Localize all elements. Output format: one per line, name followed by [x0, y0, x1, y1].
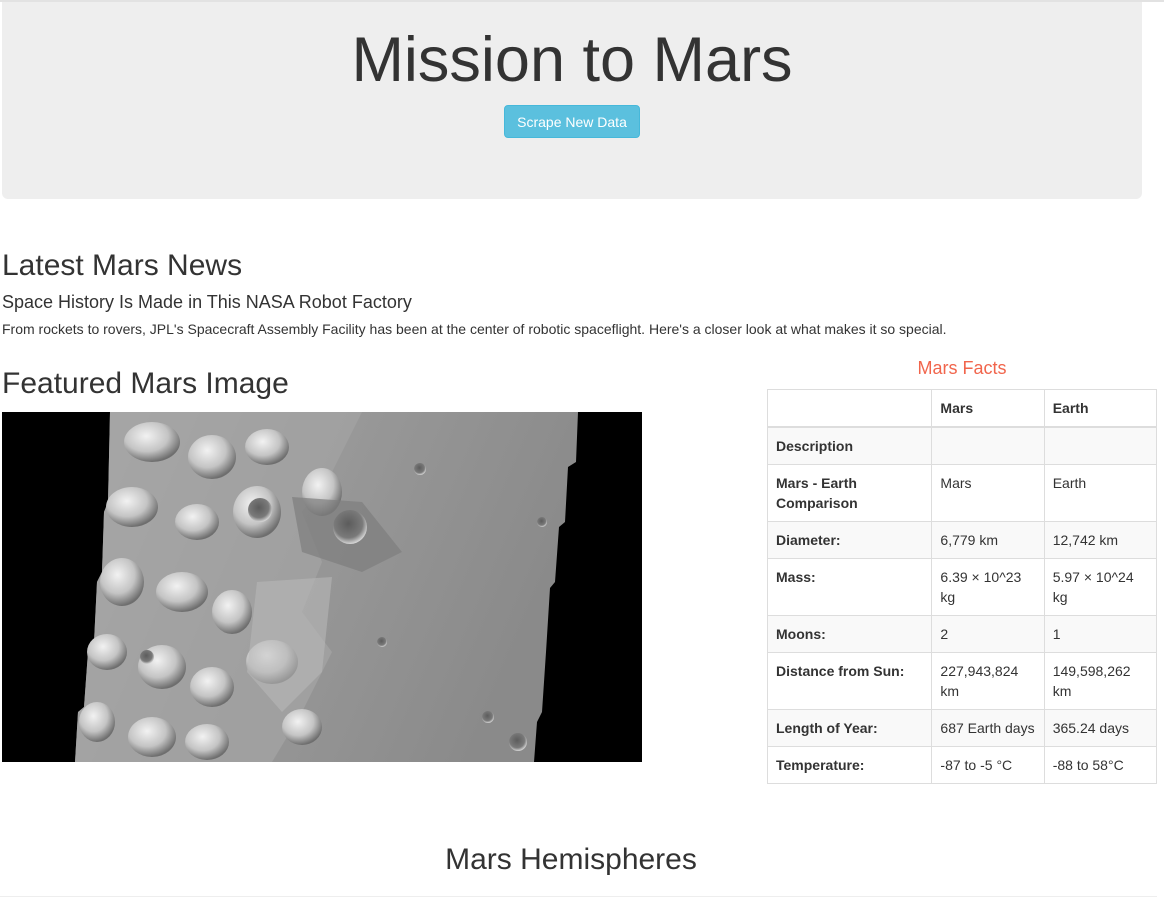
mars-value: 687 Earth days: [931, 709, 1045, 747]
row-label: Length of Year:: [766, 709, 933, 747]
mars-facts-title: Mars Facts: [917, 358, 1007, 378]
table-header-row: Mars Earth: [766, 389, 1158, 428]
row-label: Temperature:: [766, 746, 933, 784]
section-divider: [0, 896, 1157, 897]
news-section-title: Latest Mars News: [2, 249, 243, 282]
earth-value: 1: [1043, 615, 1158, 653]
row-label: Diameter:: [766, 521, 933, 559]
news-paragraph: From rockets to rovers, JPL's Spacecraft…: [2, 321, 947, 337]
mars-value: 227,943,824 km: [931, 652, 1045, 710]
earth-value: 365.24 days: [1043, 709, 1158, 747]
table-row: Diameter: 6,779 km 12,742 km: [766, 521, 1158, 559]
table-row: Length of Year: 687 Earth days 365.24 da…: [766, 709, 1158, 747]
table-row: Mass: 6.39 × 10^23 kg 5.97 × 10^24 kg: [766, 558, 1158, 616]
table-header-cell: Earth: [1043, 389, 1158, 428]
row-label: Moons:: [766, 615, 933, 653]
table-row: Distance from Sun: 227,943,824 km 149,59…: [766, 652, 1158, 710]
news-headline: Space History Is Made in This NASA Robot…: [2, 292, 412, 312]
mars-value: 2: [931, 615, 1045, 653]
mars-value: Mars: [931, 464, 1045, 522]
earth-value: [1043, 426, 1158, 465]
featured-mars-image: [2, 412, 642, 762]
table-row: Moons: 2 1: [766, 615, 1158, 653]
row-label: Mass:: [766, 558, 933, 616]
header-jumbotron: Mission to Mars Scrape New Data: [2, 2, 1142, 199]
featured-image-title: Featured Mars Image: [2, 367, 289, 400]
mars-value: 6.39 × 10^23 kg: [931, 558, 1045, 616]
table-header-cell: Mars: [931, 389, 1045, 428]
mars-facts-table: Mars Earth Description Mars - Earth Comp…: [766, 389, 1158, 784]
earth-value: 12,742 km: [1043, 521, 1158, 559]
row-label: Mars - Earth Comparison: [766, 464, 933, 522]
table-header-cell: [766, 389, 933, 428]
scrape-new-data-button[interactable]: Scrape New Data: [504, 105, 640, 138]
table-row: Temperature: -87 to -5 °C -88 to 58°C: [766, 746, 1158, 784]
row-label: Description: [766, 426, 933, 465]
page-title: Mission to Mars: [351, 25, 793, 95]
table-row: Description: [766, 426, 1158, 465]
row-label: Distance from Sun:: [766, 652, 933, 710]
earth-value: -88 to 58°C: [1043, 746, 1158, 784]
mars-value: 6,779 km: [931, 521, 1045, 559]
mars-value: -87 to -5 °C: [931, 746, 1045, 784]
earth-value: Earth: [1043, 464, 1158, 522]
hemispheres-title: Mars Hemispheres: [445, 843, 697, 876]
table-row: Mars - Earth Comparison Mars Earth: [766, 464, 1158, 522]
mars-value: [931, 426, 1045, 465]
earth-value: 5.97 × 10^24 kg: [1043, 558, 1158, 616]
earth-value: 149,598,262 km: [1043, 652, 1158, 710]
